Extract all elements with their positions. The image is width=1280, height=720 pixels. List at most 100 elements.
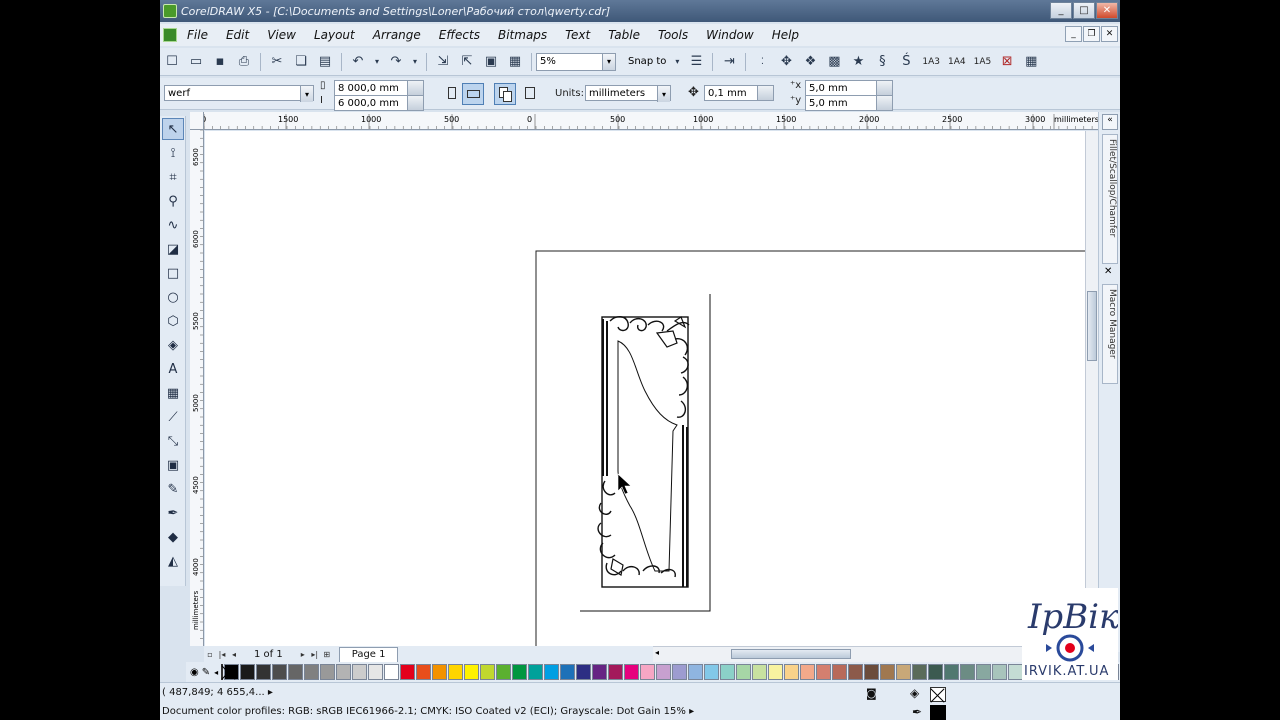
landscape-button[interactable]: [462, 83, 484, 105]
color-swatch[interactable]: [880, 664, 896, 680]
color-swatch[interactable]: [560, 664, 576, 680]
doc-minimize-button[interactable]: _: [1065, 26, 1082, 42]
spiral-icon[interactable]: §: [872, 52, 892, 72]
color-swatch[interactable]: [368, 664, 384, 680]
undo-icon[interactable]: ↶: [348, 52, 368, 72]
duplicate-x-spinner[interactable]: [876, 80, 893, 96]
coreldraw-app-icon[interactable]: [163, 4, 177, 18]
duplicate-y-input[interactable]: 5,0 mm: [805, 95, 877, 111]
minimize-button[interactable]: _: [1050, 2, 1072, 19]
text-tool-icon[interactable]: A: [162, 358, 184, 380]
blend-tool-icon[interactable]: ▣: [162, 454, 184, 476]
color-swatch[interactable]: [720, 664, 736, 680]
color-swatch[interactable]: [592, 664, 608, 680]
page-width-input[interactable]: 8 000,0 mm: [334, 80, 408, 96]
color-swatch[interactable]: [288, 664, 304, 680]
color-swatch[interactable]: [752, 664, 768, 680]
menu-bitmaps[interactable]: Bitmaps: [488, 28, 555, 42]
next-page-icon[interactable]: ▸: [297, 650, 309, 659]
color-swatch[interactable]: [912, 664, 928, 680]
eyedropper-tool-icon[interactable]: ✎: [162, 478, 184, 500]
palette-scroll-left-icon[interactable]: ◂: [214, 668, 218, 677]
color-swatch[interactable]: [464, 664, 480, 680]
page-size-1a5-button[interactable]: 1A5: [974, 57, 992, 67]
color-swatch[interactable]: [400, 664, 416, 680]
color-swatch[interactable]: [272, 664, 288, 680]
chevron-down-icon[interactable]: ▾: [657, 86, 670, 102]
s-curve-icon[interactable]: Ś: [896, 52, 916, 72]
color-swatch[interactable]: [608, 664, 624, 680]
color-swatch[interactable]: [768, 664, 784, 680]
macro-shape-3-icon[interactable]: ▩: [824, 52, 844, 72]
snap-to-button[interactable]: Snap to: [628, 56, 666, 67]
page-size-1a4-button[interactable]: 1A4: [948, 57, 966, 67]
eyedropper-icon[interactable]: ✎: [202, 667, 210, 678]
cut-icon[interactable]: ✂: [267, 52, 287, 72]
last-page-icon[interactable]: ▸|: [309, 650, 321, 659]
docker-tab-macro-manager[interactable]: Macro Manager: [1102, 284, 1118, 384]
grid-icon[interactable]: ▦: [1021, 52, 1041, 72]
first-page-icon[interactable]: |◂: [216, 650, 228, 659]
palette-menu-icon[interactable]: ◉: [190, 667, 199, 678]
fill-tool-icon[interactable]: ◆: [162, 526, 184, 548]
portrait-icon[interactable]: [442, 83, 464, 105]
ellipse-tool-icon[interactable]: ○: [162, 286, 184, 308]
menu-layout[interactable]: Layout: [304, 28, 363, 42]
connector-tool-icon[interactable]: ⤡: [162, 430, 184, 452]
menu-table[interactable]: Table: [598, 28, 648, 42]
color-swatch[interactable]: [480, 664, 496, 680]
width-spinner[interactable]: [407, 80, 424, 96]
color-swatch[interactable]: [736, 664, 752, 680]
menu-window[interactable]: Window: [696, 28, 762, 42]
vertical-scrollbar[interactable]: [1085, 131, 1098, 646]
menu-view[interactable]: View: [257, 28, 304, 42]
nudge-distance-input[interactable]: 0,1 mm: [704, 85, 758, 101]
menu-edit[interactable]: Edit: [216, 28, 257, 42]
height-spinner[interactable]: [407, 95, 424, 111]
horizontal-scroll-thumb[interactable]: [731, 649, 851, 659]
redo-icon[interactable]: ↷: [386, 52, 406, 72]
page-tab[interactable]: Page 1: [338, 646, 399, 662]
add-page-icon[interactable]: ⊞: [321, 650, 333, 659]
duplicate-x-input[interactable]: 5,0 mm: [805, 80, 877, 96]
open-folder-icon[interactable]: ▭: [186, 52, 206, 72]
menu-help[interactable]: Help: [762, 28, 807, 42]
chevron-down-icon[interactable]: ▾: [300, 86, 313, 102]
color-swatch[interactable]: [320, 664, 336, 680]
outline-color-indicator[interactable]: [930, 705, 946, 720]
color-swatch[interactable]: [672, 664, 688, 680]
chevron-down-icon[interactable]: ▾: [602, 53, 615, 70]
snap-status-icon[interactable]: ◙: [866, 687, 877, 700]
interactive-fill-tool-icon[interactable]: ◭: [162, 550, 184, 572]
color-swatch[interactable]: [528, 664, 544, 680]
menu-arrange[interactable]: Arrange: [363, 28, 429, 42]
page-height-input[interactable]: 6 000,0 mm: [334, 95, 408, 111]
previous-page-icon[interactable]: ◂: [228, 650, 240, 659]
cancel-icon[interactable]: ⊠: [997, 52, 1017, 72]
color-swatch[interactable]: [336, 664, 352, 680]
smart-fill-tool-icon[interactable]: ◪: [162, 238, 184, 260]
horizontal-scrollbar[interactable]: ◂: [653, 646, 1085, 662]
color-swatch[interactable]: [448, 664, 464, 680]
vertical-scroll-thumb[interactable]: [1087, 291, 1097, 361]
import-icon[interactable]: ⇲: [433, 52, 453, 72]
paste-icon[interactable]: ▤: [315, 52, 335, 72]
current-page-icon[interactable]: [520, 83, 542, 105]
color-swatch[interactable]: [816, 664, 832, 680]
color-swatch[interactable]: [688, 664, 704, 680]
drawing-canvas[interactable]: [205, 131, 1085, 646]
application-launcher-icon[interactable]: ▦: [505, 52, 525, 72]
color-swatch[interactable]: [928, 664, 944, 680]
doc-close-button[interactable]: ✕: [1101, 26, 1118, 42]
duplicate-y-spinner[interactable]: [876, 95, 893, 111]
zoom-level-select[interactable]: 5% ▾: [536, 52, 616, 71]
color-swatch[interactable]: [576, 664, 592, 680]
color-swatch[interactable]: [256, 664, 272, 680]
color-swatch[interactable]: [704, 664, 720, 680]
dimension-tool-icon[interactable]: ⟋: [162, 406, 184, 428]
color-swatch[interactable]: [384, 664, 400, 680]
menu-tools[interactable]: Tools: [648, 28, 696, 42]
dockers-collapse-button[interactable]: «: [1102, 114, 1118, 130]
crop-tool-icon[interactable]: ⌗: [162, 166, 184, 188]
zoom-tool-icon[interactable]: ⚲: [162, 190, 184, 212]
